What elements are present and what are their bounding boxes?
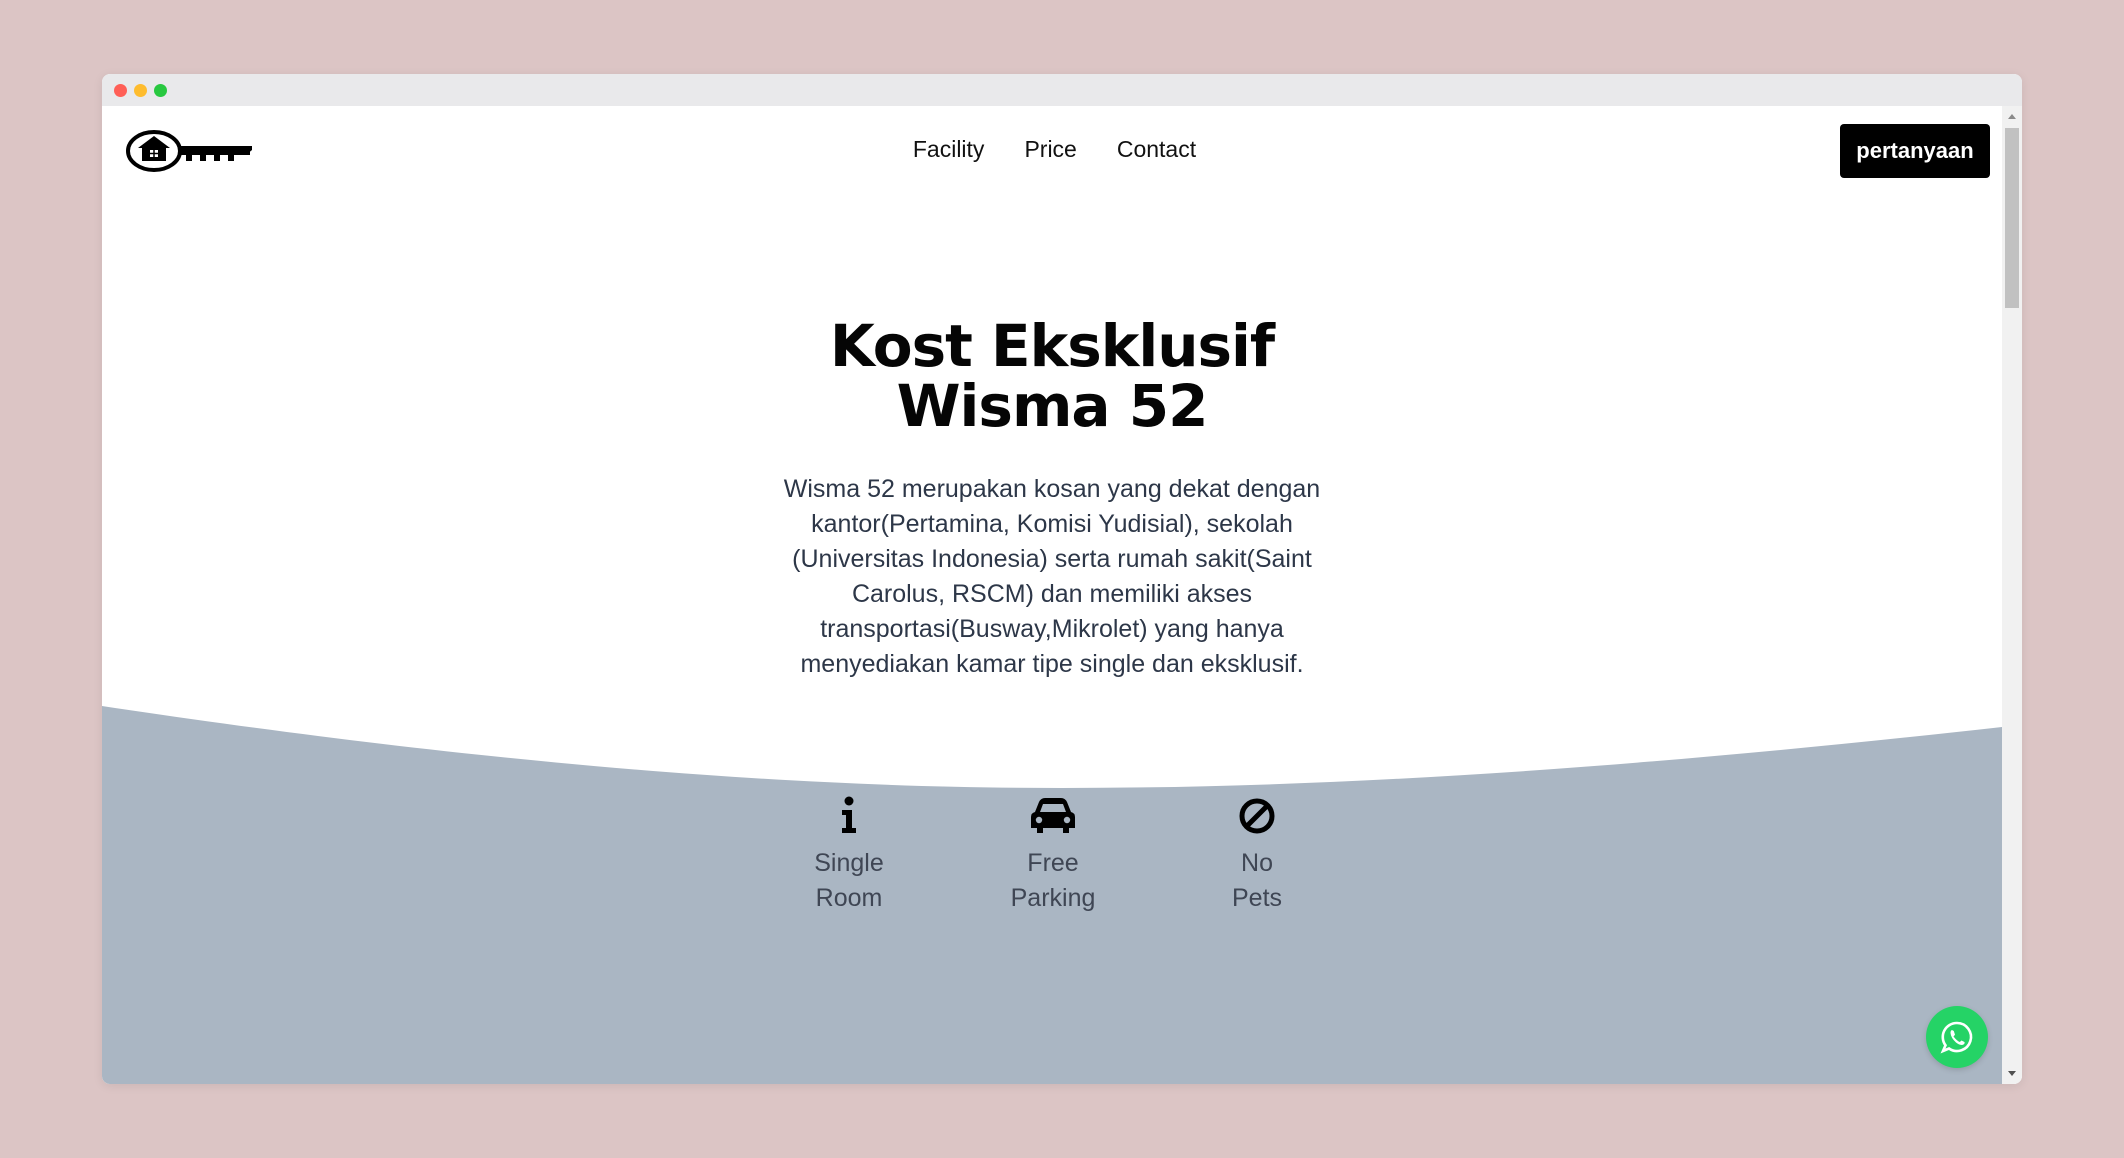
minimize-window-button[interactable] (134, 84, 147, 97)
hero-title-line1: Kost Eksklusif (829, 312, 1275, 380)
scroll-up-arrow-icon[interactable] (2008, 114, 2016, 119)
main-nav: Facility Price Contact (102, 136, 2002, 163)
feature-label: No Pets (1231, 849, 1283, 912)
info-icon (842, 796, 856, 833)
feature-list: Single Room Free Parking No Pets (103, 796, 2002, 916)
ban-icon (1239, 798, 1275, 834)
whatsapp-icon (1940, 1021, 1973, 1054)
vertical-scrollbar[interactable] (2002, 106, 2022, 1084)
maximize-window-button[interactable] (154, 84, 167, 97)
feature-label: Free Parking (1010, 849, 1096, 912)
car-icon (1031, 798, 1075, 833)
feature-free-parking: Free Parking (951, 796, 1155, 916)
feature-no-pets: No Pets (1155, 796, 1359, 916)
browser-title-bar (102, 74, 2022, 106)
browser-window: Facility Price Contact pertanyaan Kost E… (102, 74, 2022, 1084)
nav-link-price[interactable]: Price (1024, 136, 1076, 163)
page-viewport: Facility Price Contact pertanyaan Kost E… (102, 106, 2002, 1084)
nav-link-contact[interactable]: Contact (1117, 136, 1196, 163)
whatsapp-button[interactable] (1926, 1006, 1988, 1068)
pertanyaan-button[interactable]: pertanyaan (1840, 124, 1990, 178)
hero-description: Wisma 52 merupakan kosan yang dekat deng… (783, 475, 1321, 678)
scrollbar-thumb[interactable] (2005, 128, 2019, 308)
nav-link-facility[interactable]: Facility (913, 136, 985, 163)
hero-title-line2: Wisma 52 (896, 372, 1209, 440)
feature-single-room: Single Room (747, 796, 951, 916)
scroll-down-arrow-icon[interactable] (2008, 1071, 2016, 1076)
feature-label: Single Room (814, 849, 884, 912)
close-window-button[interactable] (114, 84, 127, 97)
hero-title: Kost Eksklusif Wisma 52 (102, 316, 2002, 436)
